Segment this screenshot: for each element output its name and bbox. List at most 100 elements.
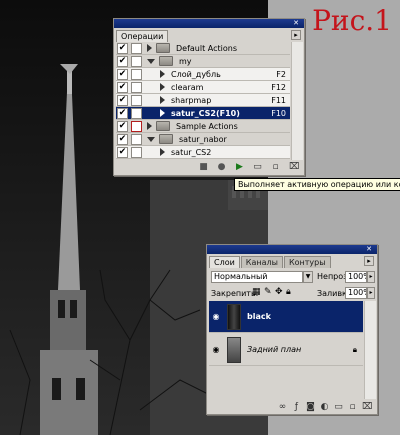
dialog-toggle[interactable] <box>131 42 142 54</box>
layer-row[interactable]: ◉ black <box>209 301 363 333</box>
opacity-arrow-icon[interactable]: ▸ <box>367 271 375 283</box>
new-layer-icon[interactable]: ▫ <box>348 403 357 412</box>
action-shortcut: F12 <box>271 82 286 92</box>
layer-name: Задний план <box>247 345 302 354</box>
action-row[interactable]: ✔ clearam F12 <box>116 81 290 94</box>
figure-label: Рис.1 <box>312 4 392 37</box>
dialog-toggle[interactable] <box>131 68 142 80</box>
action-label: sharpmap <box>171 95 212 105</box>
action-row[interactable]: ✔ satur_CS2 <box>116 146 290 159</box>
lock-transparency-icon[interactable]: ▦ <box>252 287 261 297</box>
fill-arrow-icon[interactable]: ▸ <box>367 287 375 299</box>
action-label: Sample Actions <box>176 121 238 131</box>
blend-mode-select[interactable]: Нормальный <box>211 271 303 283</box>
folder-icon <box>159 56 173 66</box>
toggle-checkbox[interactable]: ✔ <box>117 133 128 145</box>
action-set-row[interactable]: ✔ my <box>116 55 290 68</box>
dialog-toggle[interactable] <box>131 133 142 145</box>
layers-scrollbar[interactable] <box>364 301 376 399</box>
action-set-row[interactable]: ✔ satur_nabor <box>116 133 290 146</box>
stop-icon[interactable]: ■ <box>199 163 208 172</box>
chevron-down-icon[interactable]: ▼ <box>303 271 313 283</box>
action-label: clearam <box>171 82 204 92</box>
layer-row[interactable]: ◉ Задний план 🔒︎ <box>209 334 363 366</box>
expand-right-icon[interactable] <box>147 122 152 130</box>
tab-paths[interactable]: Контуры <box>283 256 331 268</box>
action-label: Default Actions <box>176 43 237 53</box>
dialog-toggle[interactable] <box>131 146 142 158</box>
dialog-toggle[interactable] <box>131 107 142 119</box>
link-icon[interactable]: ∞ <box>278 403 287 412</box>
eye-icon[interactable]: ◉ <box>209 312 223 321</box>
trash-icon[interactable]: ⌧ <box>289 163 299 172</box>
toggle-checkbox[interactable]: ✔ <box>117 55 128 67</box>
action-label: my <box>179 56 192 66</box>
opacity-input[interactable]: 100% <box>345 271 367 283</box>
layers-tabbar: Слои Каналы Контуры ▸ <box>207 254 377 268</box>
expand-right-icon[interactable] <box>160 83 165 91</box>
toggle-checkbox[interactable]: ✔ <box>117 94 128 106</box>
action-set-row[interactable]: ✔ Sample Actions <box>116 120 290 133</box>
new-set-icon[interactable]: ▭ <box>253 163 262 172</box>
action-row[interactable]: ✔ satur_CS2(F10) F10 <box>116 107 290 120</box>
fill-input[interactable]: 100% <box>345 287 367 299</box>
expand-right-icon[interactable] <box>160 96 165 104</box>
expand-right-icon[interactable] <box>147 44 152 52</box>
layers-button-bar: ∞ ƒ ◙ ◐ ▭ ▫ ⌧ <box>207 400 377 415</box>
panel-menu-icon[interactable]: ▸ <box>291 30 301 40</box>
play-icon[interactable]: ▶ <box>235 163 244 172</box>
actions-scrollbar[interactable] <box>291 42 303 160</box>
action-set-row[interactable]: ✔ Default Actions <box>116 42 290 55</box>
tab-layers[interactable]: Слои <box>209 256 240 268</box>
dialog-toggle[interactable] <box>131 120 142 132</box>
adjustment-icon[interactable]: ◐ <box>320 403 329 412</box>
dialog-toggle[interactable] <box>131 81 142 93</box>
toggle-checkbox[interactable]: ✔ <box>117 120 128 132</box>
expand-right-icon[interactable] <box>160 70 165 78</box>
layer-thumbnail <box>227 303 241 330</box>
screenshot-stage: Рис.1 ✕ Операции ▸ ✔ Default Actions ✔ my ✔ С… <box>0 0 400 435</box>
expand-right-icon[interactable] <box>160 148 165 156</box>
actions-button-bar: ■ ● ▶ ▭ ▫ ⌧ <box>114 160 304 175</box>
tab-actions[interactable]: Операции <box>116 30 169 42</box>
action-row[interactable]: ✔ Слой_дубль F2 <box>116 68 290 81</box>
actions-panel: ✕ Операции ▸ ✔ Default Actions ✔ my ✔ Слой_ду… <box>113 18 305 176</box>
layer-name: black <box>247 312 271 321</box>
close-icon[interactable]: ✕ <box>363 245 375 253</box>
toggle-checkbox[interactable]: ✔ <box>117 68 128 80</box>
toggle-checkbox[interactable]: ✔ <box>117 146 128 158</box>
expand-right-icon[interactable] <box>160 109 165 117</box>
toggle-checkbox[interactable]: ✔ <box>117 107 128 119</box>
record-icon[interactable]: ● <box>217 163 226 172</box>
dialog-toggle[interactable] <box>131 94 142 106</box>
folder-icon <box>156 43 170 53</box>
action-label: satur_nabor <box>179 134 227 144</box>
layer-thumbnail <box>227 336 241 363</box>
trash-icon[interactable]: ⌧ <box>362 403 372 412</box>
lock-brush-icon[interactable]: ✎ <box>264 287 272 297</box>
mask-icon[interactable]: ◙ <box>306 403 315 412</box>
tab-channels[interactable]: Каналы <box>240 256 283 268</box>
action-shortcut: F10 <box>271 108 286 118</box>
expand-down-icon[interactable] <box>147 136 155 142</box>
new-action-icon[interactable]: ▫ <box>271 163 280 172</box>
toggle-checkbox[interactable]: ✔ <box>117 81 128 93</box>
layers-titlebar[interactable]: ✕ <box>207 245 377 254</box>
eye-icon[interactable]: ◉ <box>209 345 223 354</box>
lock-icon: 🔒︎ <box>352 344 357 354</box>
folder-icon <box>156 121 170 131</box>
actions-titlebar[interactable]: ✕ <box>114 19 304 28</box>
action-row[interactable]: ✔ sharpmap F11 <box>116 94 290 107</box>
lock-move-icon[interactable]: ✥ <box>275 287 283 297</box>
dialog-toggle[interactable] <box>131 55 142 67</box>
expand-down-icon[interactable] <box>147 58 155 64</box>
fx-icon[interactable]: ƒ <box>292 403 301 412</box>
group-icon[interactable]: ▭ <box>334 403 343 412</box>
tooltip: Выполняет активную операцию или команду <box>234 178 400 191</box>
action-label: Слой_дубль <box>171 69 221 79</box>
lock-all-icon[interactable]: 🔒︎ <box>286 287 291 297</box>
close-icon[interactable]: ✕ <box>290 19 302 27</box>
panel-menu-icon[interactable]: ▸ <box>364 256 374 266</box>
toggle-checkbox[interactable]: ✔ <box>117 42 128 54</box>
layers-panel: ✕ Слои Каналы Контуры ▸ Нормальный ▼ Неп… <box>206 244 378 415</box>
